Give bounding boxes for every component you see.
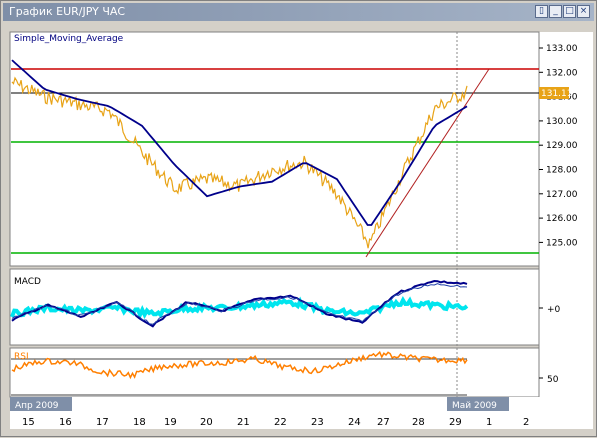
last-price-label: 131.11 bbox=[541, 89, 573, 99]
month-label-mid: Май 2009 bbox=[452, 401, 497, 411]
price-tick-label: 130.00 bbox=[546, 117, 578, 127]
price-tick-label: 133.00 bbox=[546, 44, 578, 54]
time-tick-label: 19 bbox=[164, 417, 177, 428]
time-tick-label: 27 bbox=[377, 417, 390, 428]
time-tick-label: 23 bbox=[311, 417, 324, 428]
time-tick-label: 24 bbox=[348, 417, 361, 428]
rsi-panel[interactable] bbox=[9, 347, 540, 398]
time-tick-label: 17 bbox=[96, 417, 109, 428]
time-tick-label: 29 bbox=[449, 417, 462, 428]
rsi-level-label: 50 bbox=[547, 375, 559, 385]
macd-zero-label: +0 bbox=[547, 305, 561, 315]
month-label-start: Апр 2009 bbox=[15, 401, 59, 411]
chart-window: График EUR/JPY ЧАС ▯ _ □ × Simple_Moving… bbox=[0, 0, 597, 437]
time-tick-label: 15 bbox=[22, 417, 35, 428]
indicator-label-sma: Simple_Moving_Average bbox=[14, 34, 124, 44]
price-tick-label: 132.00 bbox=[546, 68, 578, 78]
time-tick-label: 21 bbox=[237, 417, 250, 428]
time-tick-label: 2 bbox=[523, 417, 529, 428]
time-tick-label: 28 bbox=[412, 417, 425, 428]
indicator-label-rsi: RSI bbox=[14, 352, 29, 362]
price-tick-label: 125.00 bbox=[546, 238, 578, 248]
time-axis-ticks: 15 16 17 18 19 20 21 22 23 24 27 28 29 1 2 bbox=[22, 417, 529, 428]
time-tick-label: 18 bbox=[133, 417, 146, 428]
time-tick-label: 20 bbox=[200, 417, 213, 428]
indicator-label-macd: MACD bbox=[14, 277, 41, 287]
price-tick-label: 127.00 bbox=[546, 190, 578, 200]
time-tick-label: 16 bbox=[59, 417, 72, 428]
time-tick-label: 22 bbox=[274, 417, 287, 428]
price-tick-label: 128.00 bbox=[546, 166, 578, 176]
chart-area[interactable]: Simple_Moving_Average 133.00132.00131.00… bbox=[1, 1, 597, 438]
time-tick-label: 1 bbox=[486, 417, 492, 428]
price-tick-label: 129.00 bbox=[546, 141, 578, 151]
main-panel[interactable] bbox=[9, 31, 540, 267]
price-tick-label: 126.00 bbox=[546, 214, 578, 224]
